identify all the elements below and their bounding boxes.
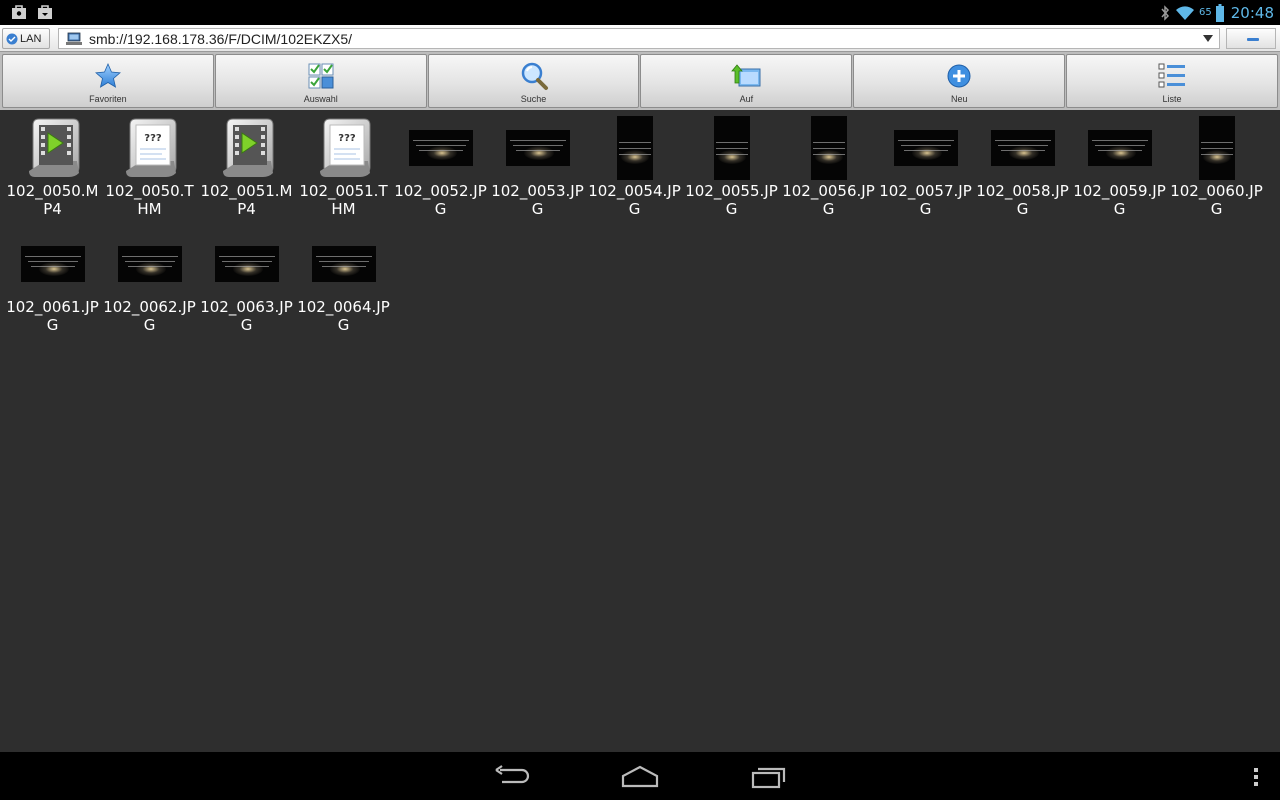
file-name: 102_0064.JPG (297, 298, 390, 334)
file-item[interactable]: 102_0060.JPG (1168, 114, 1265, 230)
overflow-menu-icon[interactable] (1254, 768, 1258, 786)
network-globe-icon (6, 33, 18, 44)
path-text: smb://192.168.178.36/F/DCIM/102EKZX5/ (89, 30, 353, 47)
list-view-button[interactable]: Liste (1066, 54, 1278, 108)
file-name: 102_0061.JPG (6, 298, 99, 334)
plus-circle-icon (947, 64, 971, 88)
photo-thumbnail (505, 130, 570, 166)
photo-thumbnail (893, 130, 958, 166)
magnifier-icon (521, 62, 548, 90)
file-name: 102_0052.JPG (394, 182, 487, 218)
bluetooth-icon (1161, 4, 1170, 21)
navigation-bar (0, 752, 1280, 800)
minus-icon (1247, 38, 1259, 41)
file-name: 102_0051.MP4 (200, 182, 293, 218)
file-name: 102_0055.JPG (685, 182, 778, 218)
file-item[interactable]: 102_0054.JPG (586, 114, 683, 230)
shopping-bag-icon (12, 5, 26, 19)
select-grid-icon (308, 63, 334, 89)
new-button[interactable]: Neu (853, 54, 1066, 108)
favorites-button[interactable]: Favoriten (2, 54, 214, 108)
svg-text:???: ??? (338, 133, 356, 144)
shopping-bag-icon (38, 5, 52, 19)
file-name: 102_0050.MP4 (6, 182, 99, 218)
clock: 20:48 (1230, 3, 1274, 22)
collapse-button[interactable] (1226, 28, 1276, 49)
up-button[interactable]: Auf (640, 54, 853, 108)
recent-apps-icon[interactable] (748, 764, 788, 790)
file-item[interactable]: 102_0061.JPG (4, 230, 101, 346)
select-label: Auswahl (303, 94, 338, 104)
battery-icon (1215, 3, 1224, 22)
photo-thumbnail (20, 246, 85, 282)
file-name: 102_0053.JPG (491, 182, 584, 218)
file-name: 102_0050.THM (105, 182, 194, 218)
file-grid: 102_0050.MP4??? 102_0050.THM 102_0051.MP4?… (4, 114, 1276, 346)
file-item[interactable]: ??? 102_0051.THM (295, 114, 392, 230)
battery-percent: 65 (1199, 7, 1212, 18)
file-item[interactable]: 102_0062.JPG (101, 230, 198, 346)
select-button[interactable]: Auswahl (214, 54, 427, 108)
up-label: Auf (739, 94, 754, 104)
network-selector-button[interactable]: LAN (2, 28, 50, 49)
folder-up-icon (731, 64, 761, 87)
photo-thumbnail (117, 246, 182, 282)
unknown-file-icon: ??? (125, 118, 176, 177)
svg-text:???: ??? (144, 133, 162, 144)
home-icon[interactable] (620, 764, 660, 790)
photo-thumbnail (1198, 116, 1235, 180)
file-name: 102_0051.THM (299, 182, 388, 218)
photo-thumbnail (616, 116, 653, 180)
file-item[interactable]: 102_0059.JPG (1071, 114, 1168, 230)
address-bar: LAN smb://192.168.178.36/F/DCIM/102EKZX5… (0, 25, 1280, 52)
network-label: LAN (20, 32, 42, 45)
file-item[interactable]: 102_0053.JPG (489, 114, 586, 230)
file-name: 102_0059.JPG (1073, 182, 1166, 218)
file-item[interactable]: 102_0064.JPG (295, 230, 392, 346)
wifi-icon (1176, 5, 1195, 20)
path-field[interactable]: smb://192.168.178.36/F/DCIM/102EKZX5/ (58, 28, 1220, 49)
photo-thumbnail (713, 116, 750, 180)
file-item[interactable]: 102_0063.JPG (198, 230, 295, 346)
back-icon[interactable] (492, 764, 532, 790)
file-name: 102_0063.JPG (200, 298, 293, 334)
file-name: 102_0060.JPG (1170, 182, 1263, 218)
computer-icon (66, 32, 82, 45)
list-view-icon (1158, 63, 1186, 88)
chevron-down-icon[interactable] (1203, 35, 1213, 42)
unknown-file-icon: ??? (319, 118, 370, 177)
file-name: 102_0054.JPG (588, 182, 681, 218)
file-item[interactable]: 102_0052.JPG (392, 114, 489, 230)
file-name: 102_0057.JPG (879, 182, 972, 218)
file-name: 102_0062.JPG (103, 298, 196, 334)
status-bar: 65 20:48 (0, 0, 1280, 25)
file-name: 102_0058.JPG (976, 182, 1069, 218)
file-item[interactable]: 102_0050.MP4 (4, 114, 101, 230)
video-file-icon (28, 118, 79, 177)
new-label: Neu (950, 94, 968, 104)
photo-thumbnail (1087, 130, 1152, 166)
file-name: 102_0056.JPG (782, 182, 875, 218)
file-item[interactable]: 102_0051.MP4 (198, 114, 295, 230)
photo-thumbnail (810, 116, 847, 180)
file-item[interactable]: ??? 102_0050.THM (101, 114, 198, 230)
search-label: Suche (520, 94, 547, 104)
video-file-icon (222, 118, 273, 177)
photo-thumbnail (408, 130, 473, 166)
file-item[interactable]: 102_0057.JPG (877, 114, 974, 230)
toolbar: Favoriten Auswahl Suche Auf Neu Liste (0, 52, 1280, 110)
star-icon (94, 63, 121, 88)
photo-thumbnail (311, 246, 376, 282)
file-browser: 102_0050.MP4??? 102_0050.THM 102_0051.MP4?… (0, 110, 1280, 752)
file-item[interactable]: 102_0056.JPG (780, 114, 877, 230)
photo-thumbnail (214, 246, 279, 282)
file-item[interactable]: 102_0055.JPG (683, 114, 780, 230)
photo-thumbnail (990, 130, 1055, 166)
search-button[interactable]: Suche (427, 54, 640, 108)
favorites-label: Favoriten (89, 94, 127, 104)
list-view-label: Liste (1162, 94, 1182, 104)
file-item[interactable]: 102_0058.JPG (974, 114, 1071, 230)
